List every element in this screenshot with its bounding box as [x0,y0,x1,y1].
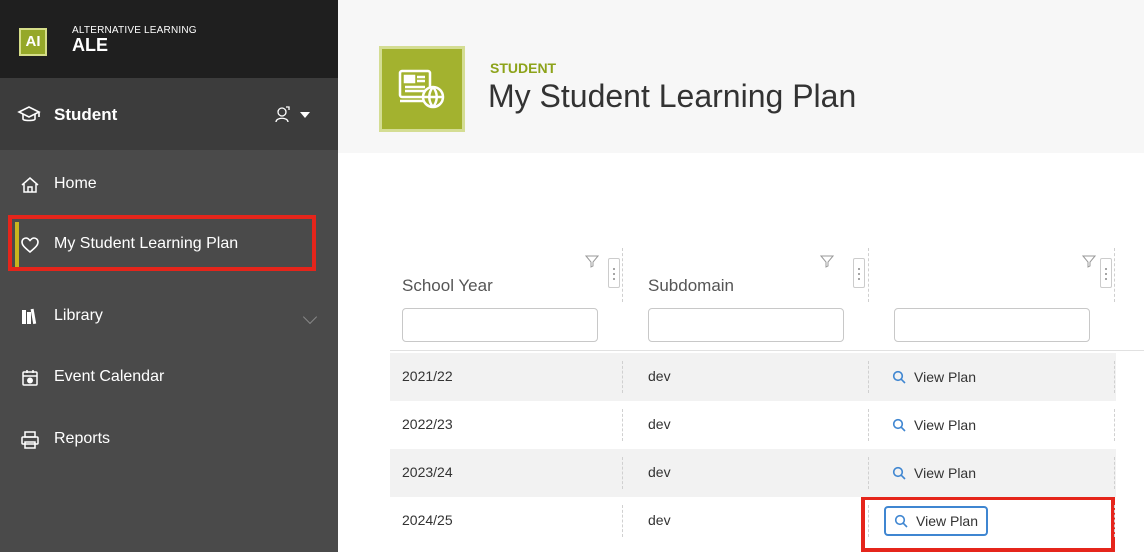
brand-header[interactable]: AI ALTERNATIVE LEARNING ALE [0,0,338,78]
view-plan-label: View Plan [916,513,979,529]
heart-icon [21,237,39,254]
column-divider [622,248,623,302]
chevron-down-icon[interactable] [300,112,310,118]
books-icon [22,308,37,325]
column-divider [868,248,869,302]
column-header-subdomain[interactable]: Subdomain [636,248,868,302]
subdomain-cell: dev [648,512,671,528]
school-year-cell: 2022/23 [402,416,453,432]
printer-icon [21,431,39,449]
filter-icon[interactable] [820,254,834,268]
page-kicker: STUDENT [490,60,557,76]
sidebar-item-label: Event Calendar [54,368,165,385]
filter-icon[interactable] [585,254,599,268]
subdomain-filter-input[interactable] [648,308,844,342]
search-icon [892,466,906,480]
view-plan-button[interactable]: View Plan [884,506,989,536]
header-divider [390,350,1144,351]
table-row: 2023/24 dev View Plan [390,449,1116,497]
role-switcher[interactable]: Student [0,78,338,150]
school-year-filter-input[interactable] [402,308,598,342]
sidebar-item-label: Home [54,175,97,192]
view-plan-label: View Plan [914,417,977,433]
sidebar: AI ALTERNATIVE LEARNING ALE Student Home… [0,0,338,552]
sidebar-item-label: My Student Learning Plan [54,235,239,252]
sidebar-item-label: Reports [54,430,111,447]
column-divider [1114,248,1115,302]
sidebar-item-reports[interactable]: Reports [0,415,338,465]
search-icon [892,370,906,384]
page-title: My Student Learning Plan [488,78,857,114]
school-year-cell: 2023/24 [402,464,453,480]
user-switch-icon[interactable] [273,105,291,123]
column-header-label: School Year [402,276,493,295]
chevron-down-icon[interactable] [302,309,318,325]
home-icon [21,177,39,193]
calendar-icon [22,370,38,386]
learning-plan-icon [379,46,465,132]
sidebar-item-label: Library [54,307,103,324]
role-label: Student [54,105,118,124]
view-plan-button[interactable]: View Plan [884,410,984,440]
sidebar-item-home[interactable]: Home [0,160,338,210]
column-menu-icon[interactable] [853,258,865,288]
graduation-cap-icon [17,106,41,122]
column-header-school-year[interactable]: School Year [390,248,622,302]
page-header: STUDENT My Student Learning Plan [338,0,1144,153]
sidebar-item-event-calendar[interactable]: Event Calendar [0,353,338,403]
subdomain-cell: dev [648,368,671,384]
brand-logo: AI [19,28,47,56]
table-row: 2024/25 dev View Plan [390,497,1116,545]
table-row: 2022/23 dev View Plan [390,401,1116,449]
view-plan-label: View Plan [914,465,977,481]
actions-filter-input[interactable] [894,308,1090,342]
column-menu-icon[interactable] [1100,258,1112,288]
active-indicator [15,222,19,268]
subdomain-cell: dev [648,416,671,432]
sidebar-item-library[interactable]: Library [0,292,338,342]
sidebar-item-my-student-learning-plan[interactable]: My Student Learning Plan [0,220,338,270]
view-plan-label: View Plan [914,369,977,385]
view-plan-button[interactable]: View Plan [884,362,984,392]
school-year-cell: 2021/22 [402,368,453,384]
search-icon [892,418,906,432]
subdomain-cell: dev [648,464,671,480]
column-header-label: Subdomain [648,276,735,295]
table-row: 2021/22 dev View Plan [390,353,1116,401]
column-header-actions[interactable] [882,248,1114,302]
view-plan-button[interactable]: View Plan [884,458,984,488]
search-icon [894,514,908,528]
column-menu-icon[interactable] [608,258,620,288]
school-year-cell: 2024/25 [402,512,453,528]
brand-title: ALE [72,35,108,55]
filter-icon[interactable] [1082,254,1096,268]
